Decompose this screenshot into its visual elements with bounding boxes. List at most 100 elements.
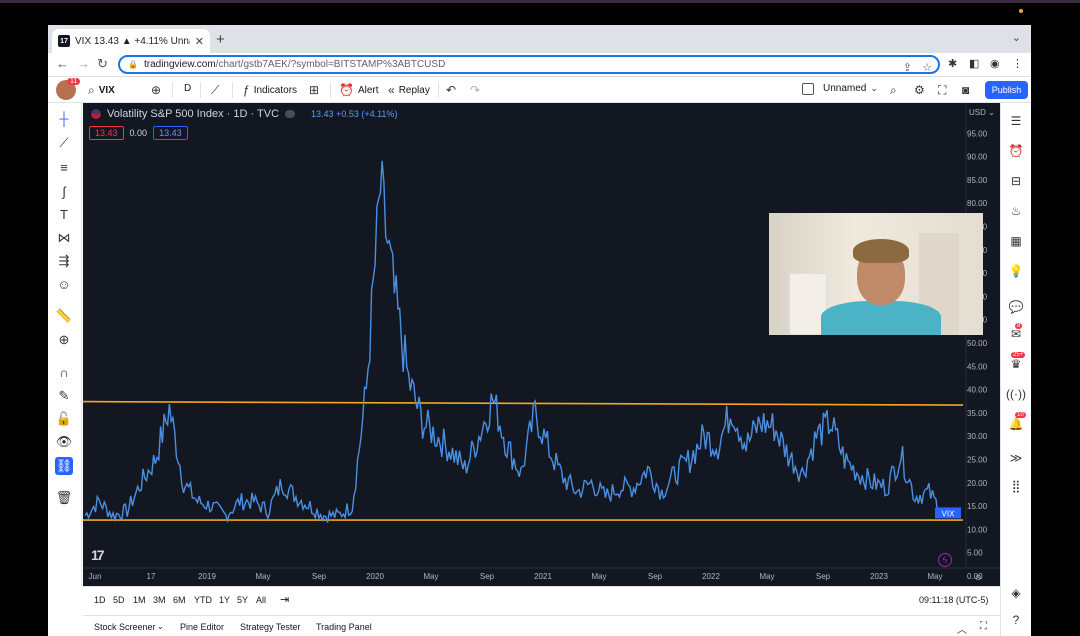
sidepanel-icon[interactable]: ◧ (969, 57, 979, 70)
collapse-panel-icon[interactable]: ︿ (957, 621, 967, 636)
range-1y[interactable]: 1Y (219, 595, 230, 605)
x-tick-label: 2022 (702, 572, 720, 581)
ruler-icon[interactable]: 📏 (55, 307, 73, 325)
watchlist-icon[interactable]: ☰ (1007, 112, 1025, 130)
tab-trading-panel[interactable]: Trading Panel (316, 622, 372, 632)
clock-timezone[interactable]: 09:11:18 (UTC-5) (919, 595, 988, 605)
text-icon[interactable]: T (55, 205, 73, 223)
alerts-clock-icon[interactable]: ⏰ (1007, 142, 1025, 160)
brush-icon[interactable]: ∫ (55, 182, 73, 200)
quick-search-button[interactable]: ⌕ (890, 83, 897, 98)
templates-button[interactable]: ⊞ (309, 83, 319, 97)
range-3m[interactable]: 3M (153, 595, 166, 605)
hide-icon[interactable]: 👁 (55, 433, 73, 451)
layers-icon[interactable]: ◈ (1007, 584, 1025, 602)
tab-pine-editor[interactable]: Pine Editor (180, 622, 224, 632)
maximize-panel-icon[interactable]: ⛶ (980, 621, 987, 632)
chevron-down-icon[interactable]: ⌄ (157, 622, 164, 631)
x-tick-label: Sep (312, 572, 327, 581)
trendline-icon[interactable]: ⟋ (55, 134, 73, 152)
indicators-button[interactable]: ƒ Indicators (243, 83, 297, 97)
sell-button[interactable]: 13.43 (89, 126, 124, 140)
browser-menu-icon[interactable]: ⋮ (1012, 57, 1023, 70)
lightning-icon[interactable]: ϟ (938, 553, 952, 567)
help-icon[interactable]: ? (1007, 611, 1025, 629)
layout-menu-button[interactable]: Unnamed ⌄ (823, 83, 878, 94)
range-6m[interactable]: 6M (173, 595, 186, 605)
chats-icon[interactable]: 💬 (1007, 298, 1025, 316)
interval-button[interactable]: D (184, 83, 191, 94)
crosshair-icon[interactable]: ┼ (55, 109, 73, 127)
sync-drawings-icon[interactable]: ⛓ (55, 457, 73, 475)
range-ytd[interactable]: YTD (194, 595, 212, 605)
chart-pane[interactable]: USD ⌄95.0090.0085.0080.0075.0070.0065.00… (83, 103, 1031, 586)
back-icon[interactable]: ← (56, 56, 69, 71)
dom-icon[interactable]: ⣿ (1007, 477, 1025, 495)
visibility-icon[interactable] (285, 110, 296, 118)
extensions-icon[interactable]: ✱ (948, 57, 957, 70)
streams-icon[interactable]: ((·)) (1006, 385, 1026, 403)
range-all[interactable]: All (256, 595, 266, 605)
legend-change: +0.53 (+4.11%) (336, 109, 398, 119)
ideas-bulb-icon[interactable]: 💡 (1007, 262, 1025, 280)
webcam-overlay (769, 213, 983, 335)
calendar-icon[interactable]: ▦ (1007, 232, 1025, 250)
share-icon[interactable]: ⇪ (903, 61, 912, 74)
select-layout-checkbox[interactable] (802, 83, 814, 95)
tab-title: VIX 13.43 ▲ +4.11% Unnamed (75, 35, 190, 47)
tradingview-favicon-icon: 17 (58, 35, 70, 47)
fullscreen-button[interactable]: ⛶ (938, 83, 946, 98)
pattern-icon[interactable]: ⋈ (55, 229, 73, 247)
reload-icon[interactable]: ↻ (97, 56, 108, 72)
range-5y[interactable]: 5Y (237, 595, 248, 605)
plus-circle-icon: ⊕ (151, 83, 162, 97)
close-tab-icon[interactable]: ✕ (195, 35, 204, 48)
grid-icon: ⊞ (309, 83, 320, 97)
url-field[interactable]: 🔒 tradingview.com/chart/gstb7AEK/?symbol… (118, 55, 940, 74)
checkbox (802, 83, 814, 95)
tab-stock-screener[interactable]: Stock Screener (94, 622, 156, 632)
lock-drawings-icon[interactable]: 🔓 (55, 410, 73, 428)
profile-icon[interactable]: ◉ (990, 57, 1000, 70)
replay-button[interactable]: « Replay (388, 83, 430, 97)
symbol-search-button[interactable]: ⌕ VIX (88, 83, 115, 98)
y-tick-label: 90.00 (967, 153, 988, 162)
tab-strategy-tester[interactable]: Strategy Tester (240, 622, 300, 632)
trash-icon[interactable]: 🗑 (55, 489, 73, 507)
buy-button[interactable]: 13.43 (153, 126, 188, 140)
notification-badge: 11 (67, 78, 81, 85)
browser-window: 17 VIX 13.43 ▲ +4.11% Unnamed ✕ + ⌄ ← → … (48, 25, 1031, 636)
compare-symbol-button[interactable]: ⊕ (151, 83, 161, 97)
undo-button[interactable]: ↶ (446, 83, 456, 97)
us-flag-icon (91, 109, 101, 119)
forward-icon[interactable]: → (77, 56, 90, 71)
chart-type-button[interactable]: ⟋ (211, 83, 219, 98)
new-tab-icon[interactable]: + (216, 31, 225, 48)
settings-button[interactable]: ⚙ (914, 83, 925, 97)
address-bar: ← → ↻ 🔒 tradingview.com/chart/gstb7AEK/?… (48, 53, 1031, 77)
magnet-icon[interactable]: ∩ (55, 363, 73, 381)
bookmark-star-icon[interactable]: ☆ (922, 61, 932, 74)
range-1m[interactable]: 1M (133, 595, 146, 605)
layout-name: Unnamed (823, 83, 867, 94)
fib-icon[interactable]: ≡ (55, 158, 73, 176)
vix-chart[interactable]: USD ⌄95.0090.0085.0080.0075.0070.0065.00… (83, 103, 1031, 586)
redo-button[interactable]: ↷ (470, 83, 480, 97)
range-5d[interactable]: 5D (113, 595, 125, 605)
zoom-in-icon[interactable]: ⊕ (55, 331, 73, 349)
hotlists-icon[interactable]: ♨ (1007, 202, 1025, 220)
tab-search-chevron-icon[interactable]: ⌄ (1012, 31, 1021, 44)
emoji-icon[interactable]: ☺ (55, 275, 73, 293)
alert-button[interactable]: ⏰ Alert (339, 83, 379, 97)
x-tick-label: May (591, 572, 606, 581)
prediction-icon[interactable]: ⇶ (55, 252, 73, 270)
range-1d[interactable]: 1D (94, 595, 106, 605)
x-tick-label: 2021 (534, 572, 552, 581)
stay-drawing-icon[interactable]: ✎ (55, 387, 73, 405)
chevron-double-icon[interactable]: ≫ (1007, 449, 1025, 467)
data-window-icon[interactable]: ⊟ (1007, 172, 1025, 190)
publish-button[interactable]: Publish (985, 81, 1028, 99)
snapshot-button[interactable]: ◙ (962, 83, 969, 97)
goto-date-icon[interactable]: ⇥ (280, 593, 289, 606)
browser-tab[interactable]: 17 VIX 13.43 ▲ +4.11% Unnamed ✕ (52, 29, 210, 53)
